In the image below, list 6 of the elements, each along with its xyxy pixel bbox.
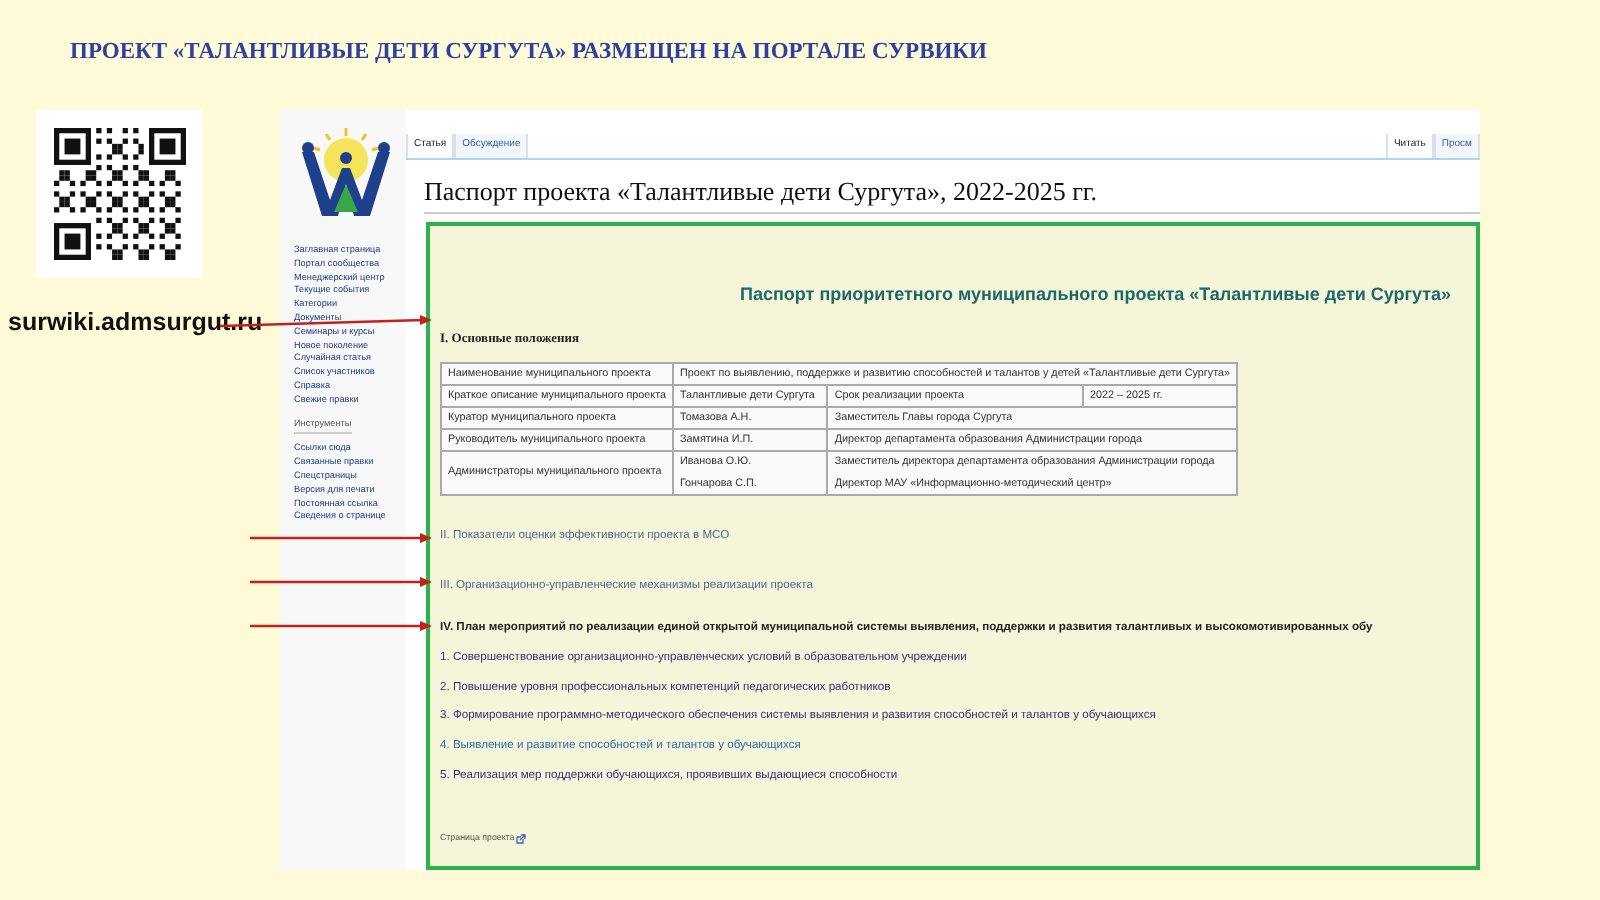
site-url: surwiki.admsurgut.ru [8, 308, 263, 336]
slide-title: ПРОЕКТ «ТАЛАНТЛИВЫЕ ДЕТИ СУРГУТА» РАЗМЕЩЕН НА ПОРТАЛЕ СУРВИКИ [68, 38, 989, 68]
passport-title: Паспорт приоритетного муниципального проекта «Талантливые дети Сургута» [738, 281, 1454, 306]
page-title: Паспорт проекта «Талантливые дети Сургута», 2022-2025 гг. [424, 175, 1480, 214]
external-link-icon [516, 834, 527, 845]
qr-code-icon [36, 110, 202, 278]
